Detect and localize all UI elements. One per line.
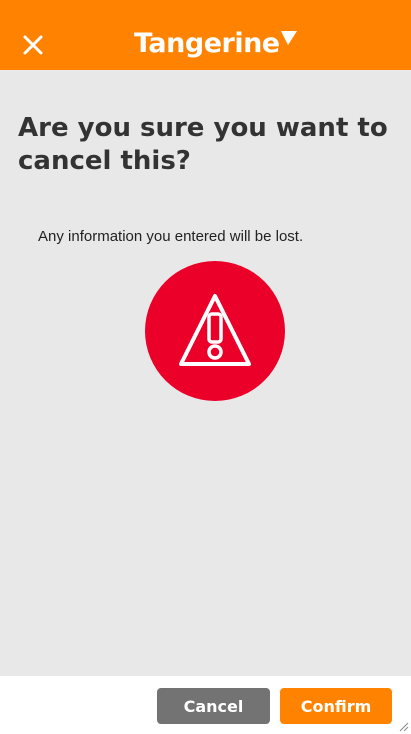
dialog-title: Are you sure you want to cancel this? (18, 113, 388, 176)
dialog-content: Are you sure you want to cancel this? An… (0, 70, 411, 676)
close-button[interactable] (20, 32, 46, 58)
logo-mark-icon (280, 31, 297, 45)
confirm-button[interactable]: Confirm (280, 688, 392, 724)
brand-name: Tangerine (134, 28, 280, 59)
warning-badge (145, 261, 285, 401)
cancel-button[interactable]: Cancel (157, 688, 270, 724)
resize-grip-icon[interactable] (397, 720, 409, 732)
dialog-footer: Cancel Confirm (0, 676, 411, 734)
close-icon (23, 35, 43, 55)
warning-triangle-icon (179, 294, 251, 366)
dialog-message: Any information you entered will be lost… (38, 228, 304, 245)
app-header: Tangerine (0, 0, 411, 70)
brand-logo: Tangerine (134, 27, 297, 61)
